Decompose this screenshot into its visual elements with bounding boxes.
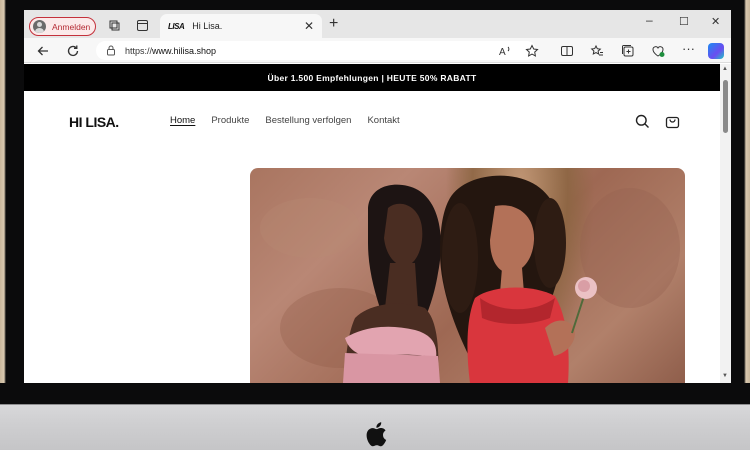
- close-window-button[interactable]: ✕: [711, 15, 720, 28]
- hero-models-illustration: [260, 175, 680, 383]
- url-host: www.hilisa.shop: [152, 45, 217, 56]
- search-icon[interactable]: [635, 114, 650, 129]
- lock-icon[interactable]: [106, 45, 116, 56]
- minimize-button[interactable]: –: [646, 13, 653, 27]
- nav-kontakt[interactable]: Kontakt: [367, 115, 399, 126]
- apple-logo-icon: [366, 422, 387, 447]
- monitor-bezel-left: [0, 0, 26, 404]
- nav-home[interactable]: Home: [170, 115, 195, 126]
- url-scheme: https://: [125, 45, 153, 56]
- nav-produkte[interactable]: Produkte: [211, 115, 249, 126]
- webpage: Über 1.500 Empfehlungen | HEUTE 50% RABA…: [24, 64, 720, 383]
- cart-icon[interactable]: [665, 114, 680, 129]
- monitor-bezel-top: [0, 0, 750, 10]
- svg-text:A: A: [499, 47, 506, 58]
- browser-window: Anmelden LISA Hi Lisa. ✕ + – ☐ ✕ https:/…: [24, 10, 731, 383]
- copilot-icon[interactable]: [708, 43, 724, 59]
- settings-more-button[interactable]: ···: [682, 41, 695, 56]
- scroll-up-arrow-icon[interactable]: ▲: [722, 66, 728, 72]
- favorites-list-icon[interactable]: [590, 44, 604, 58]
- new-tab-button[interactable]: +: [329, 15, 338, 33]
- back-arrow-icon[interactable]: [36, 44, 50, 58]
- url-input[interactable]: https://www.hilisa.shop: [96, 41, 536, 60]
- favorite-star-icon[interactable]: [525, 44, 539, 58]
- browser-tab-active[interactable]: LISA Hi Lisa. ✕: [160, 14, 322, 38]
- collections-icon[interactable]: [621, 44, 635, 58]
- announcement-bar: Über 1.500 Empfehlungen | HEUTE 50% RABA…: [24, 64, 720, 91]
- profile-signin-button[interactable]: Anmelden: [29, 17, 96, 36]
- tab-title: Hi Lisa.: [192, 21, 223, 31]
- maximize-button[interactable]: ☐: [679, 15, 689, 28]
- tab-close-icon[interactable]: ✕: [304, 19, 314, 33]
- split-screen-icon[interactable]: [560, 44, 574, 58]
- workspaces-icon[interactable]: [108, 19, 121, 32]
- monitor-chin: [0, 404, 750, 450]
- tab-actions-icon[interactable]: [136, 19, 149, 32]
- browser-essentials-icon[interactable]: [651, 44, 665, 58]
- url-text: https://www.hilisa.shop: [125, 46, 216, 56]
- site-logo[interactable]: HI LISA.: [69, 114, 119, 130]
- scrollbar-thumb[interactable]: [723, 80, 728, 133]
- browser-titlebar: Anmelden LISA Hi Lisa. ✕ + – ☐ ✕: [24, 10, 731, 38]
- page-scrollbar[interactable]: ▲ ▼: [720, 64, 731, 383]
- tab-favicon-icon: LISA: [168, 21, 185, 31]
- main-nav: Home Produkte Bestellung verfolgen Konta…: [170, 115, 400, 126]
- profile-avatar-icon: [33, 20, 46, 33]
- scroll-down-arrow-icon[interactable]: ▼: [722, 373, 728, 379]
- address-toolbar: https://www.hilisa.shop A ···: [24, 38, 731, 63]
- monitor-bezel-bottom: [0, 383, 750, 405]
- profile-signin-label: Anmelden: [52, 21, 91, 32]
- hero-image: [250, 168, 685, 383]
- nav-bestellung-verfolgen[interactable]: Bestellung verfolgen: [265, 115, 351, 126]
- announcement-text: Über 1.500 Empfehlungen | HEUTE 50% RABA…: [267, 72, 477, 83]
- read-aloud-icon[interactable]: A: [498, 44, 512, 58]
- reload-icon[interactable]: [66, 44, 80, 58]
